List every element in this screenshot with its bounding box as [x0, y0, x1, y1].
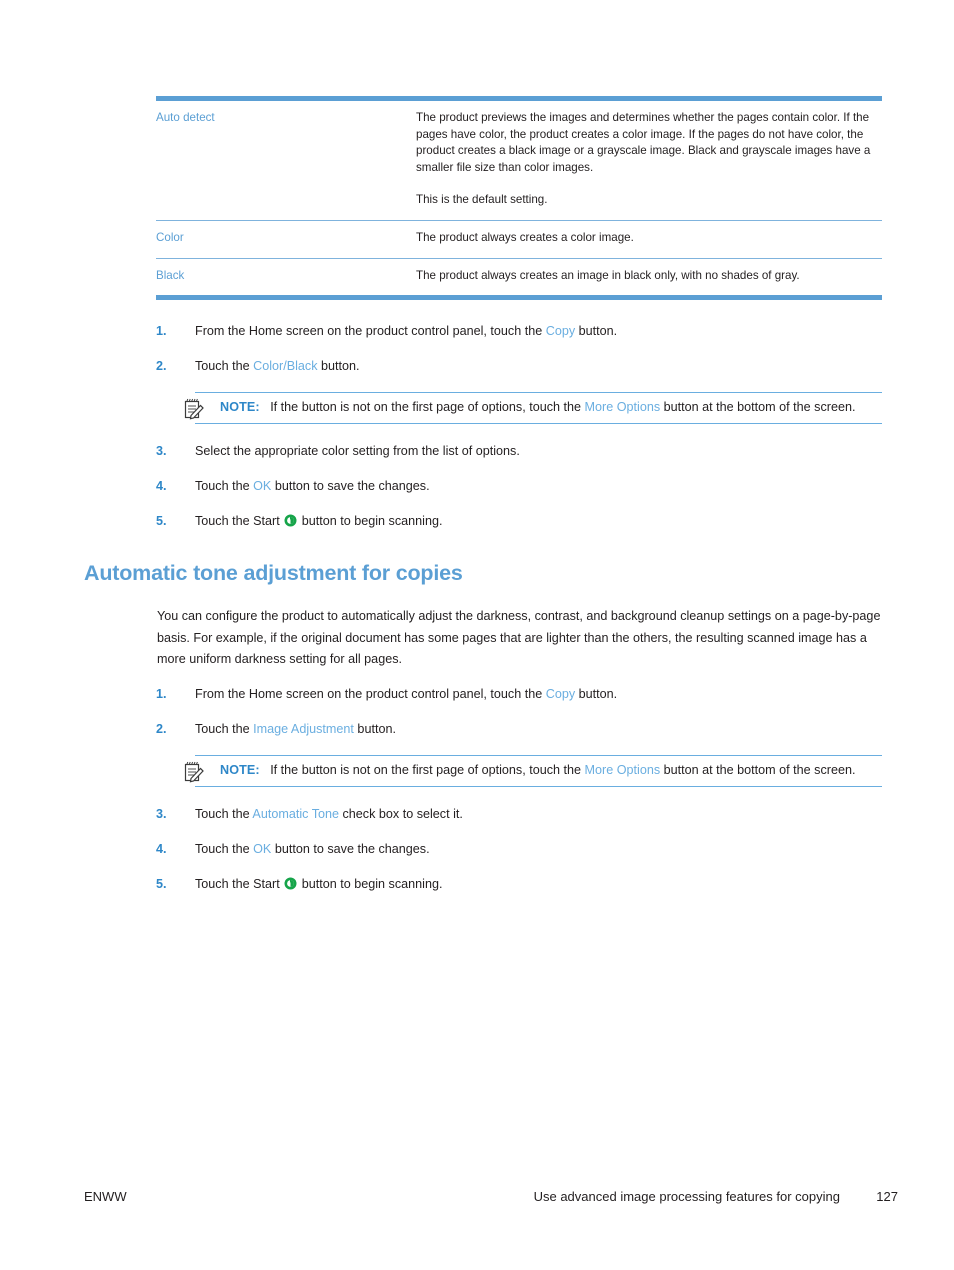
- step-link-color-black[interactable]: Color/Black: [253, 359, 317, 373]
- step-text-pre: Touch the: [195, 359, 254, 373]
- note-text-post: button at the bottom of the screen.: [660, 400, 856, 414]
- footer-page-number: 127: [876, 1189, 898, 1204]
- step-text-pre: Touch the: [195, 842, 254, 856]
- step-text-post: button to begin scanning.: [298, 877, 443, 891]
- note-callout: NOTE: If the button is not on the first …: [184, 755, 882, 787]
- table-cell-description: The product always creates a color image…: [416, 219, 882, 259]
- step-text-pre: From the Home screen on the product cont…: [195, 687, 546, 701]
- note-callout: NOTE: If the button is not on the first …: [184, 392, 882, 424]
- section-intro-paragraph: You can configure the product to automat…: [157, 609, 881, 666]
- color-black-steps-list: 1. From the Home screen on the product co…: [156, 322, 882, 547]
- page-title: Automatic tone adjustment for copies: [84, 561, 463, 585]
- note-text-pre: If the button is not on the first page o…: [270, 400, 585, 414]
- step-text-pre: Touch the: [195, 722, 254, 736]
- document-page: Auto detect The product previews the ima…: [0, 0, 954, 1270]
- step-number: 3.: [156, 807, 167, 821]
- list-item: 3. Touch the Automatic Tone check box to …: [156, 805, 882, 823]
- step-number: 2.: [156, 722, 167, 736]
- start-green-button-icon: [284, 877, 297, 890]
- list-item: 1. From the Home screen on the product co…: [156, 685, 882, 703]
- step-number: 3.: [156, 444, 167, 458]
- step-number: 5.: [156, 877, 167, 891]
- table-row: Color The product always creates a color…: [156, 219, 882, 259]
- note-label: NOTE:: [220, 763, 260, 777]
- step-link-copy[interactable]: Copy: [546, 324, 575, 338]
- color-options-table: Auto detect The product previews the ima…: [156, 96, 882, 301]
- step-text-pre: From the Home screen on the product cont…: [195, 324, 546, 338]
- note-text-pre: If the button is not on the first page o…: [270, 763, 585, 777]
- note-pad-pencil-icon: [181, 759, 207, 785]
- note-text: NOTE: If the button is not on the first …: [195, 763, 855, 777]
- list-item: 4. Touch the OK button to save the change…: [156, 840, 882, 858]
- table-cell-term: Color: [156, 219, 416, 259]
- table-row: Black The product always creates an imag…: [156, 257, 882, 298]
- step-text-post: button.: [575, 324, 618, 338]
- table-cell-paragraph: This is the default setting.: [416, 193, 548, 207]
- list-item: 1. From the Home screen on the product co…: [156, 322, 882, 340]
- table-row: Auto detect The product previews the ima…: [156, 99, 882, 221]
- step-text-post: button to save the changes.: [271, 479, 430, 493]
- table-cell-paragraph: The product always creates a color image…: [416, 230, 634, 244]
- step-number: 5.: [156, 514, 167, 528]
- step-text-pre: Touch the: [195, 807, 253, 821]
- note-pad-pencil-icon: [181, 396, 207, 422]
- step-number: 4.: [156, 479, 167, 493]
- step-text-post: button.: [353, 722, 396, 736]
- note-link-more-options[interactable]: More Options: [585, 763, 661, 777]
- step-text-pre: Touch the: [195, 479, 254, 493]
- note-text: NOTE: If the button is not on the first …: [195, 400, 855, 414]
- step-text-post: button to begin scanning.: [298, 514, 443, 528]
- table-cell-term: Black: [156, 257, 416, 298]
- table-cell-description: The product always creates an image in b…: [416, 257, 882, 298]
- step-link-copy[interactable]: Copy: [546, 687, 575, 701]
- page-footer: ENWW Use advanced image processing featu…: [0, 1189, 954, 1213]
- list-item: 2. Touch the Color/Black button.: [156, 357, 882, 375]
- step-link-ok[interactable]: OK: [253, 842, 271, 856]
- table-cell-term: Auto detect: [156, 111, 215, 124]
- step-text-pre: Touch the Start: [195, 514, 284, 528]
- auto-tone-steps-list: 1. From the Home screen on the product co…: [156, 685, 882, 910]
- step-text-post: check box to select it.: [339, 807, 463, 821]
- step-link-image-adjustment[interactable]: Image Adjustment: [253, 722, 354, 736]
- step-text-pre: Select the appropriate color setting fro…: [195, 444, 520, 458]
- table-cell-paragraph: The product always creates an image in b…: [416, 268, 800, 282]
- note-label: NOTE:: [220, 400, 260, 414]
- step-text-post: button.: [575, 687, 618, 701]
- step-number: 4.: [156, 842, 167, 856]
- note-link-more-options[interactable]: More Options: [585, 400, 661, 414]
- step-number: 1.: [156, 324, 167, 338]
- list-item: 3. Select the appropriate color setting f…: [156, 442, 882, 460]
- start-green-button-icon: [284, 514, 297, 527]
- note-text-post: button at the bottom of the screen.: [660, 763, 856, 777]
- list-item: 5. Touch the Start button to begin scanni…: [156, 875, 882, 893]
- step-link-ok[interactable]: OK: [253, 479, 271, 493]
- step-link-automatic-tone[interactable]: Automatic Tone: [252, 807, 339, 821]
- list-item: 2. Touch the Image Adjustment button.: [156, 720, 882, 738]
- table-cell-description: The product previews the images and dete…: [416, 99, 882, 221]
- step-text-post: button.: [317, 359, 360, 373]
- list-item: 5. Touch the Start button to begin scanni…: [156, 512, 882, 530]
- list-item: 4. Touch the OK button to save the change…: [156, 477, 882, 495]
- step-number: 2.: [156, 359, 167, 373]
- step-number: 1.: [156, 687, 167, 701]
- step-text-post: button to save the changes.: [271, 842, 430, 856]
- step-text-pre: Touch the Start: [195, 877, 284, 891]
- table-cell-paragraph: The product previews the images and dete…: [416, 111, 871, 174]
